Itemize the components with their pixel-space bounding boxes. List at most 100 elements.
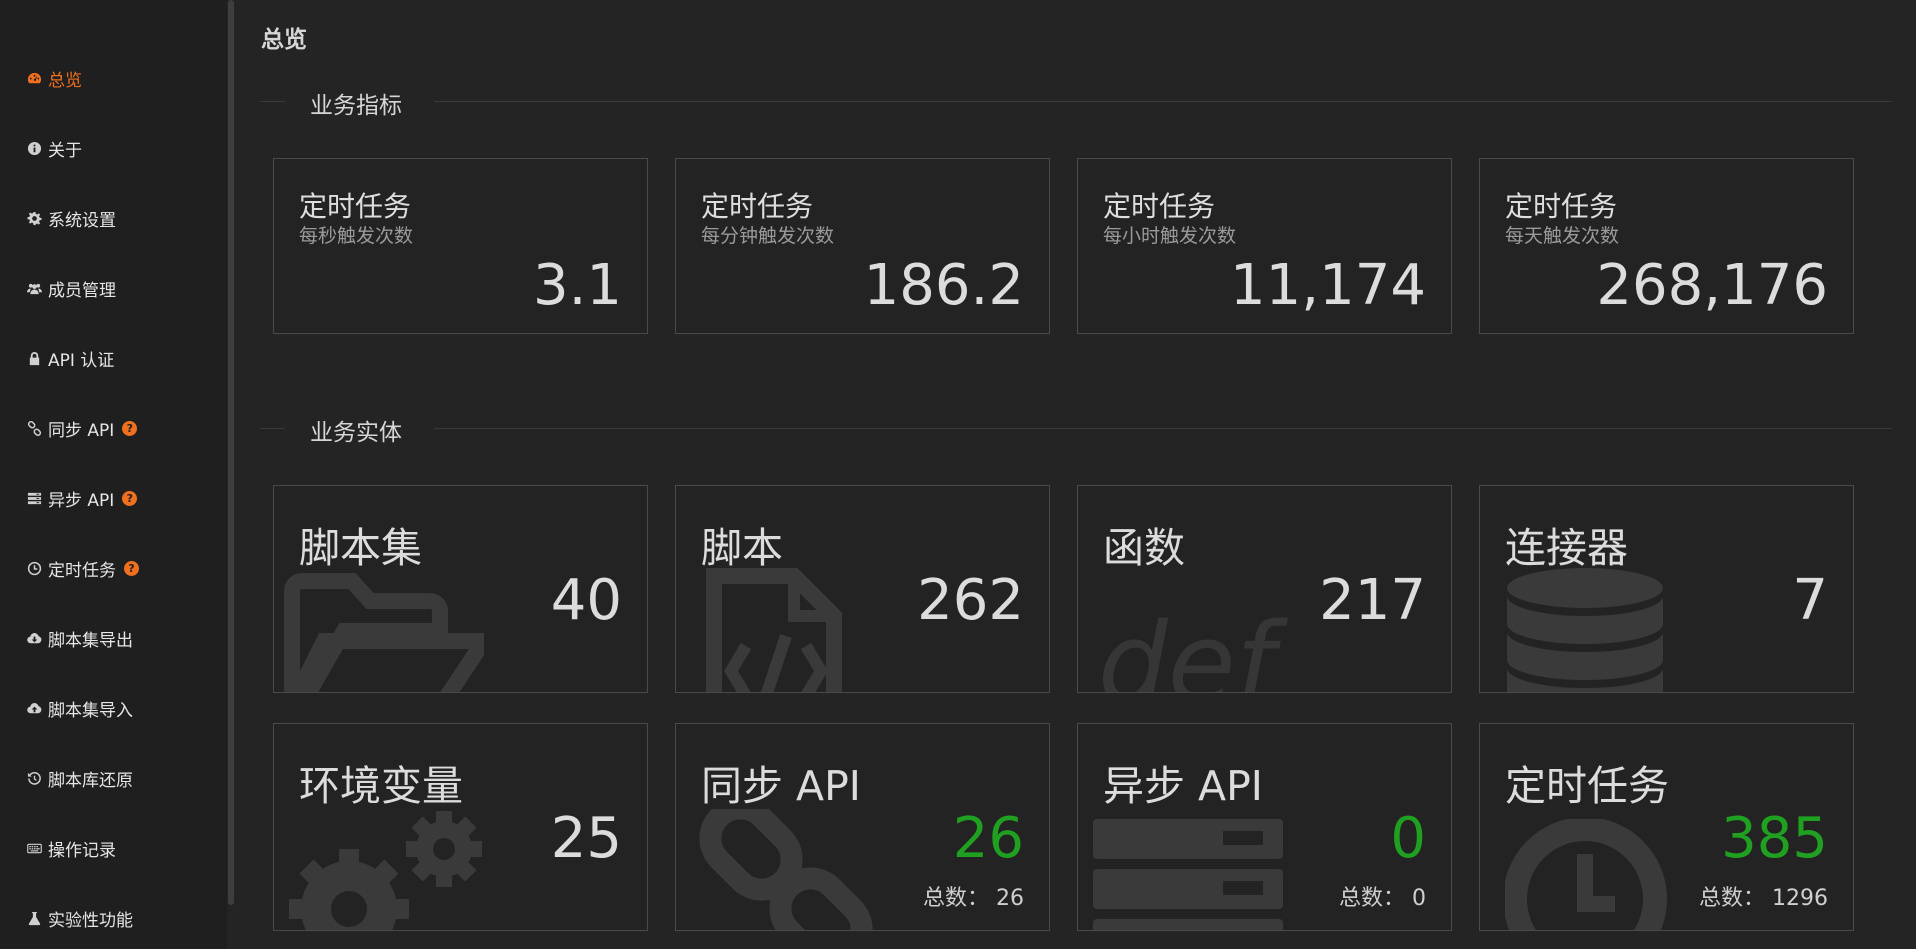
entity-total: 总数： 1296: [1699, 880, 1828, 912]
server-icon: [26, 490, 42, 506]
sidebar-scrollbar[interactable]: [228, 0, 234, 905]
entity-card-env-variables[interactable]: 环境变量 25: [273, 723, 648, 931]
sidebar-item-label: 脚本集导入: [48, 700, 133, 721]
metric-subtitle: 每秒触发次数: [299, 225, 414, 247]
sidebar-item-label: API 认证: [48, 350, 115, 371]
svg-text:def: def: [1098, 599, 1289, 693]
entity-value: 0: [1390, 806, 1426, 871]
metric-card-per-hour: 定时任务 每小时触发次数 11,174: [1077, 158, 1452, 334]
entity-title: 环境变量: [299, 762, 463, 810]
entity-value: 7: [1792, 568, 1828, 633]
sidebar-item-async-api[interactable]: 异步 API ?: [26, 487, 138, 511]
entity-value: 25: [550, 806, 622, 871]
metric-card-per-minute: 定时任务 每分钟触发次数 186.2: [675, 158, 1050, 334]
entity-card-connectors[interactable]: 连接器 7: [1479, 485, 1854, 693]
page-title: 总览: [261, 27, 307, 53]
sidebar-item-label: 总览: [48, 70, 82, 91]
metric-subtitle: 每小时触发次数: [1103, 225, 1237, 247]
total-label: 总数：: [1698, 886, 1765, 911]
link-icon: [696, 797, 896, 930]
entity-total: 总数： 26: [923, 880, 1024, 912]
sidebar-item-sync-api[interactable]: 同步 API ?: [26, 417, 138, 441]
section-business-metrics: 业务指标: [260, 86, 1892, 119]
sidebar-item-script-recover[interactable]: 脚本库还原: [26, 767, 133, 791]
sidebar-item-about[interactable]: 关于: [26, 137, 82, 161]
sidebar-item-label: 脚本集导出: [48, 630, 133, 651]
sidebar-item-script-export[interactable]: 脚本集导出: [26, 627, 133, 651]
entity-card-crontab[interactable]: 定时任务 385 总数： 1296: [1479, 723, 1854, 931]
divider: [434, 101, 1892, 102]
section-label: 业务实体: [310, 420, 402, 446]
entity-card-scripts[interactable]: 脚本 262: [675, 485, 1050, 693]
server-icon: [1093, 819, 1283, 930]
entity-value: 26: [952, 806, 1024, 871]
metric-value: 268,176: [1596, 253, 1828, 318]
sidebar-item-label: 同步 API: [48, 420, 115, 441]
metric-card-per-day: 定时任务 每天触发次数 268,176: [1479, 158, 1854, 334]
entity-card-sync-api[interactable]: 同步 API 26 总数： 26: [675, 723, 1050, 931]
sidebar-item-crontab[interactable]: 定时任务 ?: [26, 557, 139, 581]
total-value: 0: [1412, 886, 1426, 911]
entity-title: 异步 API: [1103, 762, 1263, 810]
entity-total: 总数： 0: [1339, 880, 1426, 912]
sidebar-item-experimental[interactable]: 实验性功能: [26, 907, 133, 931]
metric-title: 定时任务: [299, 190, 412, 223]
entity-card-script-sets[interactable]: 脚本集 40: [273, 485, 648, 693]
divider: [260, 101, 285, 102]
sidebar-item-label: 异步 API: [48, 490, 115, 511]
sidebar-item-overview[interactable]: 总览: [26, 67, 82, 91]
sidebar-item-label: 定时任务: [48, 560, 116, 581]
metric-subtitle: 每分钟触发次数: [701, 225, 835, 247]
sidebar-item-operation-records[interactable]: 操作记录: [26, 837, 116, 861]
entity-title: 连接器: [1505, 524, 1628, 572]
entity-value: 385: [1721, 806, 1828, 871]
sidebar-item-members[interactable]: 成员管理: [26, 277, 116, 301]
total-label: 总数：: [922, 886, 989, 911]
help-icon[interactable]: ?: [122, 420, 138, 436]
divider: [260, 428, 285, 429]
entity-title: 定时任务: [1505, 762, 1669, 810]
entity-value: 40: [550, 568, 622, 633]
def-icon: def: [1098, 596, 1298, 693]
metric-title: 定时任务: [701, 190, 814, 223]
total-value: 1296: [1772, 886, 1828, 911]
database-icon: [1505, 566, 1665, 692]
metric-title: 定时任务: [1103, 190, 1216, 223]
lock-icon: [26, 350, 42, 366]
metric-value: 11,174: [1230, 253, 1426, 318]
sidebar-item-label: 关于: [48, 140, 82, 161]
sidebar-item-label: 成员管理: [48, 280, 116, 301]
metric-value: 186.2: [863, 253, 1024, 318]
metric-value: 3.1: [532, 253, 622, 318]
entity-card-async-api[interactable]: 异步 API 0 总数： 0: [1077, 723, 1452, 931]
sidebar-item-label: 实验性功能: [48, 910, 133, 931]
entity-title: 脚本集: [299, 524, 422, 572]
help-icon[interactable]: ?: [124, 560, 139, 576]
entity-value: 217: [1319, 568, 1426, 633]
entity-card-functions[interactable]: def 函数 217: [1077, 485, 1452, 693]
cloud-download-icon: [26, 630, 42, 646]
help-icon[interactable]: ?: [122, 490, 138, 506]
gear-icon: [26, 210, 42, 226]
link-icon: [26, 420, 42, 436]
total-value: 26: [996, 886, 1024, 911]
info-icon: [26, 140, 42, 156]
entity-title: 同步 API: [701, 762, 861, 810]
divider: [434, 428, 1892, 429]
sidebar-item-api-auth[interactable]: API 认证: [26, 347, 115, 371]
clock-icon: [26, 560, 42, 576]
sidebar-item-script-import[interactable]: 脚本集导入: [26, 697, 133, 721]
sidebar-item-system-settings[interactable]: 系统设置: [26, 207, 116, 231]
total-label: 总数：: [1338, 886, 1405, 911]
section-business-entities: 业务实体: [260, 413, 1892, 446]
flask-icon: [26, 910, 42, 926]
history-icon: [26, 770, 42, 786]
folder-icon: [284, 571, 499, 692]
metric-title: 定时任务: [1505, 190, 1618, 223]
clock-icon: [1503, 817, 1675, 930]
users-icon: [26, 280, 42, 296]
dashboard-icon: [26, 70, 42, 86]
gears-icon: [284, 809, 484, 930]
entity-title: 函数: [1103, 524, 1185, 572]
sidebar-item-label: 系统设置: [48, 210, 116, 231]
